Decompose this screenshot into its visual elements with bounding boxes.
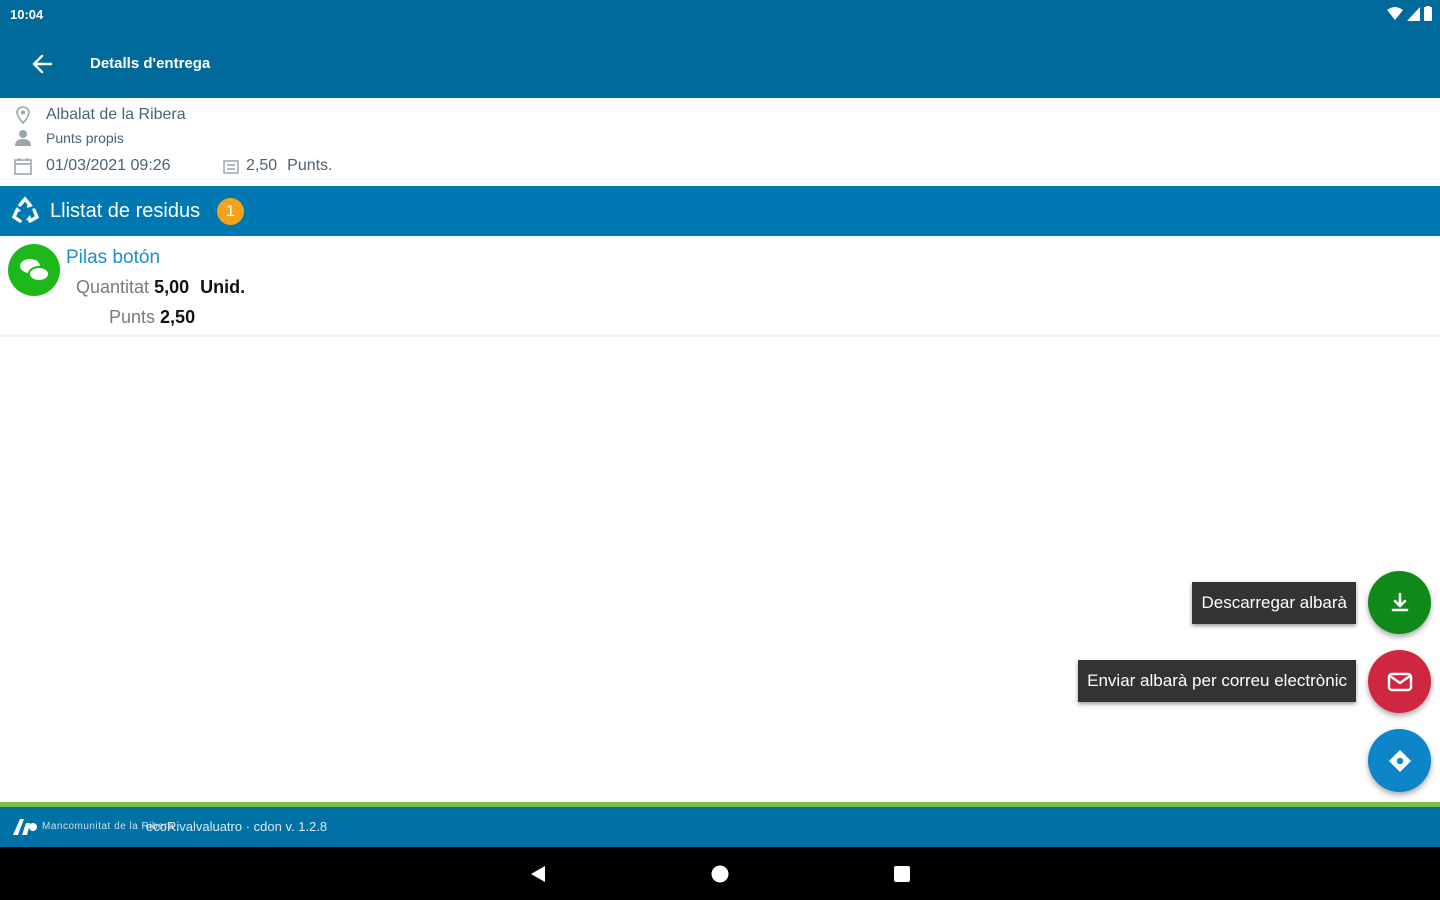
points-unit: Punts. [287, 157, 333, 174]
email-button[interactable] [1368, 650, 1431, 713]
tag-icon [1388, 749, 1411, 772]
location-text: Albalat de la Ribera [46, 106, 186, 123]
status-time: 10:04 [10, 7, 44, 22]
app-bar: Detalls d'entrega [0, 30, 1440, 98]
quantity-row: Quantitat 5,00 Unid. [76, 277, 245, 298]
recycle-icon [10, 196, 40, 226]
residue-name: Pilas botón [66, 247, 161, 268]
date-text: 01/03/2021 09:26 [46, 157, 171, 174]
download-delivery-note-label[interactable]: Descarregar albarà [1192, 582, 1356, 624]
item-points-row: Punts 2,50 [109, 307, 195, 328]
email-delivery-note-label[interactable]: Enviar albarà per correu electrònic [1078, 660, 1356, 702]
delivery-info: Albalat de la Ribera Punts propis 01/03/… [0, 98, 1440, 186]
battery-icon [1424, 6, 1432, 21]
points-row: 2,50 Punts. [222, 157, 333, 175]
page-title: Detalls d'entrega [90, 55, 211, 72]
battery-cells-icon [8, 244, 60, 296]
arrow-back-icon [32, 54, 53, 74]
quantity-label: Quantitat [76, 277, 150, 297]
email-icon [1387, 672, 1412, 691]
footer: Mancomunitat de la Ribera ecoRivalvaluat… [0, 807, 1440, 847]
download-icon [1391, 592, 1408, 611]
status-icons [1387, 6, 1432, 21]
item-points-value: 2,50 [160, 307, 196, 327]
nav-recents-button[interactable] [889, 861, 915, 887]
signal-icon [1407, 6, 1420, 21]
person-icon [14, 129, 32, 147]
download-button[interactable] [1368, 571, 1431, 634]
triangle-back-icon [531, 866, 545, 882]
back-button[interactable] [22, 44, 62, 84]
location-pin-icon [14, 106, 32, 124]
residues-section-header: Llistat de residus 1 [0, 186, 1440, 236]
square-recents-icon [894, 866, 910, 882]
quantity-value: 5,00 [154, 277, 190, 297]
list-item[interactable]: Pilas botón Quantitat 5,00 Unid. Punts 2… [0, 236, 1440, 337]
points-value: 2,50 [246, 157, 278, 174]
section-title: Llistat de residus [50, 200, 201, 222]
date-row: 01/03/2021 09:26 [14, 157, 171, 175]
user-text: Punts propis [46, 130, 124, 146]
nav-home-button[interactable] [707, 861, 733, 887]
footer-version: ecoRivalvaluatro · cdon v. 1.2.8 [146, 819, 328, 834]
circle-home-icon [711, 865, 729, 883]
quantity-unit: Unid. [200, 277, 246, 297]
nav-back-button[interactable] [525, 861, 551, 887]
calendar-icon [14, 157, 32, 175]
points-icon [222, 157, 240, 175]
count-badge: 1 [217, 198, 244, 225]
status-bar: 10:04 [0, 0, 1440, 30]
user-row: Punts propis [14, 129, 124, 147]
system-nav-bar [0, 847, 1440, 900]
actions-menu-button[interactable] [1368, 729, 1431, 792]
item-points-label: Punts [109, 307, 156, 327]
wifi-icon [1387, 6, 1403, 20]
location-row: Albalat de la Ribera [14, 106, 186, 124]
brand-logo-icon [12, 817, 38, 837]
